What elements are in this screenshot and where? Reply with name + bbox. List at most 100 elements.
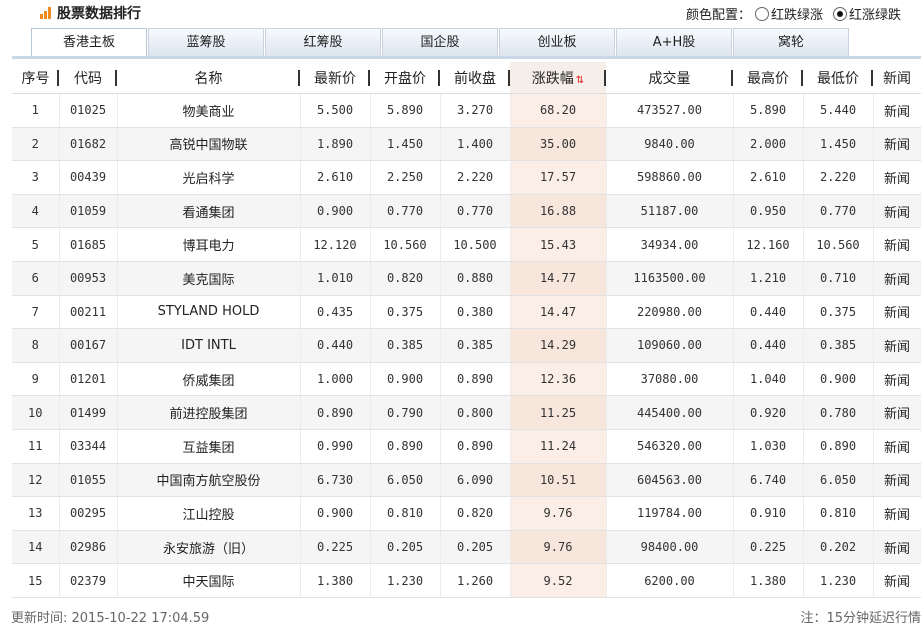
sort-desc-icon[interactable]: ⇅ [576, 75, 584, 86]
market-tabs: 香港主板 蓝筹股 红筹股 国企股 创业板 A+H股 窝轮 [31, 28, 850, 58]
cell-no: 9 [12, 362, 60, 397]
cell-code[interactable]: 03344 [59, 429, 118, 464]
cell-name[interactable]: 物美商业 [117, 93, 301, 128]
cell-code[interactable]: 01055 [59, 463, 118, 498]
cell-news-link[interactable]: 新闻 [873, 160, 921, 195]
cell-news-link[interactable]: 新闻 [873, 93, 921, 128]
table-row[interactable]: 2 01682 高锐中国物联 1.890 1.450 1.400 35.00 9840.00 2… [12, 127, 921, 162]
cell-code[interactable]: 01059 [59, 194, 118, 229]
table-row[interactable]: 9 01201 侨威集团 1.000 0.900 0.890 12.36 37080.00 1.… [12, 362, 921, 397]
cell-no: 4 [12, 194, 60, 229]
radio-green-up-label[interactable]: 红跌绿涨 [771, 4, 823, 23]
table-row[interactable]: 7 00211 STYLAND HOLD 0.435 0.375 0.380 14.47 22… [12, 295, 921, 330]
table-row[interactable]: 6 00953 美克国际 1.010 0.820 0.880 14.77 1163500.00… [12, 261, 921, 296]
cell-code[interactable]: 01201 [59, 362, 118, 397]
cell-low: 0.375 [803, 295, 874, 330]
cell-news-link[interactable]: 新闻 [873, 261, 921, 296]
cell-latest: 1.010 [300, 261, 371, 296]
tab-4[interactable]: 创业板 [499, 28, 615, 56]
col-header-code[interactable]: 代码 [59, 62, 117, 94]
col-header-high[interactable]: 最高价 [733, 62, 803, 94]
cell-name[interactable]: 互益集团 [117, 429, 301, 464]
cell-news-link[interactable]: 新闻 [873, 463, 921, 498]
cell-latest: 6.730 [300, 463, 371, 498]
cell-code[interactable]: 01682 [59, 127, 118, 162]
tab-0[interactable]: 香港主板 [31, 28, 147, 58]
tab-2[interactable]: 红筹股 [265, 28, 381, 56]
cell-news-link[interactable]: 新闻 [873, 563, 921, 598]
cell-name[interactable]: 博耳电力 [117, 227, 301, 262]
col-header-latest[interactable]: 最新价 [300, 62, 370, 94]
cell-name[interactable]: STYLAND HOLD [117, 295, 301, 330]
cell-name[interactable]: IDT INTL [117, 328, 301, 363]
cell-name[interactable]: 中国南方航空股份 [117, 463, 301, 498]
tab-3[interactable]: 国企股 [382, 28, 498, 56]
cell-news-link[interactable]: 新闻 [873, 227, 921, 262]
table-row[interactable]: 13 00295 江山控股 0.900 0.810 0.820 9.76 119784.00 0… [12, 496, 921, 531]
cell-low: 0.900 [803, 362, 874, 397]
cell-volume: 546320.00 [606, 429, 734, 464]
cell-news-link[interactable]: 新闻 [873, 395, 921, 430]
col-header-prev-close[interactable]: 前收盘 [440, 62, 510, 94]
cell-volume: 9840.00 [606, 127, 734, 162]
table-row[interactable]: 11 03344 互益集团 0.990 0.890 0.890 11.24 546320.00… [12, 429, 921, 464]
cell-code[interactable]: 02379 [59, 563, 118, 598]
table-row[interactable]: 4 01059 看通集团 0.900 0.770 0.770 16.88 51187.00 0.… [12, 194, 921, 229]
cell-news-link[interactable]: 新闻 [873, 362, 921, 397]
cell-news-link[interactable]: 新闻 [873, 295, 921, 330]
cell-code[interactable]: 01025 [59, 93, 118, 128]
cell-code[interactable]: 01499 [59, 395, 118, 430]
col-header-low[interactable]: 最低价 [803, 62, 873, 94]
cell-code[interactable]: 00211 [59, 295, 118, 330]
cell-open: 10.560 [370, 227, 441, 262]
cell-code[interactable]: 02986 [59, 530, 118, 565]
cell-news-link[interactable]: 新闻 [873, 496, 921, 531]
cell-code[interactable]: 00439 [59, 160, 118, 195]
radio-red-up-label[interactable]: 红涨绿跌 [849, 4, 901, 23]
radio-green-up[interactable] [754, 6, 769, 21]
cell-name[interactable]: 中天国际 [117, 563, 301, 598]
cell-open: 0.790 [370, 395, 441, 430]
cell-high: 0.950 [733, 194, 804, 229]
col-header-name[interactable]: 名称 [117, 62, 300, 94]
cell-name[interactable]: 侨威集团 [117, 362, 301, 397]
cell-news-link[interactable]: 新闻 [873, 429, 921, 464]
col-header-no[interactable]: 序号 [12, 62, 59, 94]
table-row[interactable]: 3 00439 光启科学 2.610 2.250 2.220 17.57 598860.00 2… [12, 160, 921, 195]
cell-news-link[interactable]: 新闻 [873, 194, 921, 229]
table-row[interactable]: 15 02379 中天国际 1.380 1.230 1.260 9.52 6200.00 1.3… [12, 563, 921, 598]
col-header-volume[interactable]: 成交量 [606, 62, 733, 94]
cell-volume: 34934.00 [606, 227, 734, 262]
cell-news-link[interactable]: 新闻 [873, 127, 921, 162]
cell-code[interactable]: 01685 [59, 227, 118, 262]
cell-latest: 12.120 [300, 227, 371, 262]
tab-6[interactable]: 窝轮 [733, 28, 849, 56]
table-row[interactable]: 14 02986 永安旅游（旧） 0.225 0.205 0.205 9.76 98400.0… [12, 530, 921, 565]
tab-5[interactable]: A+H股 [616, 28, 732, 56]
table-row[interactable]: 12 01055 中国南方航空股份 6.730 6.050 6.090 10.51 60456… [12, 463, 921, 498]
cell-name[interactable]: 看通集团 [117, 194, 301, 229]
table-row[interactable]: 10 01499 前进控股集团 0.890 0.790 0.800 11.25 445400.… [12, 395, 921, 430]
radio-red-up[interactable] [832, 6, 847, 21]
cell-prev-close: 6.090 [440, 463, 511, 498]
cell-name[interactable]: 光启科学 [117, 160, 301, 195]
col-header-change-pct[interactable]: 涨跌幅 ⇅ [510, 62, 606, 94]
cell-name[interactable]: 美克国际 [117, 261, 301, 296]
table-row[interactable]: 5 01685 博耳电力 12.120 10.560 10.500 15.43 34934.0… [12, 227, 921, 262]
cell-code[interactable]: 00295 [59, 496, 118, 531]
cell-code[interactable]: 00167 [59, 328, 118, 363]
cell-name[interactable]: 高锐中国物联 [117, 127, 301, 162]
table-row[interactable]: 8 00167 IDT INTL 0.440 0.385 0.385 14.29 109060… [12, 328, 921, 363]
cell-name[interactable]: 前进控股集团 [117, 395, 301, 430]
cell-name[interactable]: 永安旅游（旧） [117, 530, 301, 565]
cell-change-pct: 9.52 [510, 563, 607, 598]
table-row[interactable]: 1 01025 物美商业 5.500 5.890 3.270 68.20 473527.00 5… [12, 93, 921, 128]
cell-name[interactable]: 江山控股 [117, 496, 301, 531]
cell-code[interactable]: 00953 [59, 261, 118, 296]
cell-news-link[interactable]: 新闻 [873, 328, 921, 363]
tab-1[interactable]: 蓝筹股 [148, 28, 264, 56]
cell-prev-close: 0.380 [440, 295, 511, 330]
cell-news-link[interactable]: 新闻 [873, 530, 921, 565]
cell-latest: 0.990 [300, 429, 371, 464]
col-header-open[interactable]: 开盘价 [370, 62, 440, 94]
